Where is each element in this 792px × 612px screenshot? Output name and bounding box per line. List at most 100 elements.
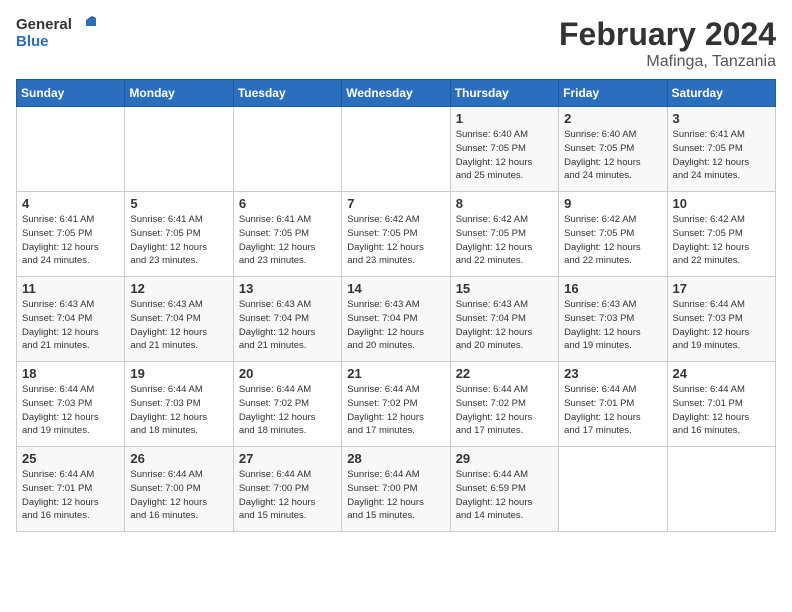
day-number: 10 <box>673 196 770 211</box>
day-info: Sunrise: 6:44 AM Sunset: 7:01 PM Dayligh… <box>564 383 661 438</box>
day-number: 6 <box>239 196 336 211</box>
day-info: Sunrise: 6:43 AM Sunset: 7:04 PM Dayligh… <box>22 298 119 353</box>
day-number: 8 <box>456 196 553 211</box>
day-number: 23 <box>564 366 661 381</box>
calendar-day-header: Thursday <box>450 80 558 107</box>
day-number: 14 <box>347 281 444 296</box>
day-number: 18 <box>22 366 119 381</box>
calendar-day-cell: 23 Sunrise: 6:44 AM Sunset: 7:01 PM Dayli… <box>559 362 667 447</box>
calendar-day-cell <box>125 107 233 192</box>
calendar-day-cell: 28 Sunrise: 6:44 AM Sunset: 7:00 PM Dayli… <box>342 447 450 532</box>
day-info: Sunrise: 6:44 AM Sunset: 7:03 PM Dayligh… <box>22 383 119 438</box>
day-number: 11 <box>22 281 119 296</box>
calendar-header-row: SundayMondayTuesdayWednesdayThursdayFrid… <box>17 80 776 107</box>
title-block: February 2024 Mafinga, Tanzania <box>559 16 776 71</box>
location-subtitle: Mafinga, Tanzania <box>559 53 776 71</box>
calendar-day-cell: 17 Sunrise: 6:44 AM Sunset: 7:03 PM Dayli… <box>667 277 775 362</box>
calendar-day-cell: 11 Sunrise: 6:43 AM Sunset: 7:04 PM Dayli… <box>17 277 125 362</box>
day-number: 19 <box>130 366 227 381</box>
calendar-week-row: 1 Sunrise: 6:40 AM Sunset: 7:05 PM Daylig… <box>17 107 776 192</box>
day-info: Sunrise: 6:44 AM Sunset: 7:02 PM Dayligh… <box>456 383 553 438</box>
calendar-week-row: 18 Sunrise: 6:44 AM Sunset: 7:03 PM Dayli… <box>17 362 776 447</box>
day-number: 4 <box>22 196 119 211</box>
day-number: 29 <box>456 451 553 466</box>
calendar-day-cell: 2 Sunrise: 6:40 AM Sunset: 7:05 PM Daylig… <box>559 107 667 192</box>
calendar-day-cell <box>233 107 341 192</box>
calendar-day-cell: 16 Sunrise: 6:43 AM Sunset: 7:03 PM Dayli… <box>559 277 667 362</box>
day-number: 26 <box>130 451 227 466</box>
day-number: 20 <box>239 366 336 381</box>
day-info: Sunrise: 6:44 AM Sunset: 7:00 PM Dayligh… <box>239 468 336 523</box>
day-info: Sunrise: 6:44 AM Sunset: 7:02 PM Dayligh… <box>347 383 444 438</box>
calendar-day-header: Tuesday <box>233 80 341 107</box>
day-number: 7 <box>347 196 444 211</box>
logo-general: General <box>16 16 72 33</box>
calendar-day-cell: 22 Sunrise: 6:44 AM Sunset: 7:02 PM Dayli… <box>450 362 558 447</box>
day-number: 22 <box>456 366 553 381</box>
day-number: 17 <box>673 281 770 296</box>
calendar-day-cell: 25Sunrise: 6:44 AM Sunset: 7:01 PM Dayli… <box>17 447 125 532</box>
calendar-day-cell: 13Sunrise: 6:43 AM Sunset: 7:04 PM Dayli… <box>233 277 341 362</box>
day-number: 2 <box>564 111 661 126</box>
day-info: Sunrise: 6:43 AM Sunset: 7:03 PM Dayligh… <box>564 298 661 353</box>
calendar-day-cell: 1 Sunrise: 6:40 AM Sunset: 7:05 PM Daylig… <box>450 107 558 192</box>
page-header: General Blue February 2024 Mafinga, Tanz… <box>16 16 776 71</box>
day-info: Sunrise: 6:44 AM Sunset: 7:00 PM Dayligh… <box>130 468 227 523</box>
calendar-day-cell: 18 Sunrise: 6:44 AM Sunset: 7:03 PM Dayli… <box>17 362 125 447</box>
day-number: 24 <box>673 366 770 381</box>
calendar-day-cell: 3 Sunrise: 6:41 AM Sunset: 7:05 PM Daylig… <box>667 107 775 192</box>
calendar-day-cell: 4 Sunrise: 6:41 AM Sunset: 7:05 PM Daylig… <box>17 192 125 277</box>
day-info: Sunrise: 6:41 AM Sunset: 7:05 PM Dayligh… <box>673 128 770 183</box>
day-info: Sunrise: 6:43 AM Sunset: 7:04 PM Dayligh… <box>130 298 227 353</box>
day-info: Sunrise: 6:44 AM Sunset: 7:00 PM Dayligh… <box>347 468 444 523</box>
day-info: Sunrise: 6:44 AM Sunset: 6:59 PM Dayligh… <box>456 468 553 523</box>
calendar-day-cell: 5Sunrise: 6:41 AM Sunset: 7:05 PM Daylig… <box>125 192 233 277</box>
logo-blue: Blue <box>16 33 49 50</box>
calendar-day-cell: 8 Sunrise: 6:42 AM Sunset: 7:05 PM Daylig… <box>450 192 558 277</box>
calendar-week-row: 25Sunrise: 6:44 AM Sunset: 7:01 PM Dayli… <box>17 447 776 532</box>
day-number: 9 <box>564 196 661 211</box>
calendar-day-cell: 12Sunrise: 6:43 AM Sunset: 7:04 PM Dayli… <box>125 277 233 362</box>
logo: General Blue <box>16 16 96 51</box>
calendar-table: SundayMondayTuesdayWednesdayThursdayFrid… <box>16 79 776 532</box>
calendar-day-cell: 10 Sunrise: 6:42 AM Sunset: 7:05 PM Dayli… <box>667 192 775 277</box>
calendar-day-cell: 15Sunrise: 6:43 AM Sunset: 7:04 PM Dayli… <box>450 277 558 362</box>
day-info: Sunrise: 6:42 AM Sunset: 7:05 PM Dayligh… <box>564 213 661 268</box>
day-info: Sunrise: 6:42 AM Sunset: 7:05 PM Dayligh… <box>673 213 770 268</box>
day-number: 1 <box>456 111 553 126</box>
calendar-day-cell <box>667 447 775 532</box>
day-info: Sunrise: 6:40 AM Sunset: 7:05 PM Dayligh… <box>456 128 553 183</box>
calendar-day-cell: 9 Sunrise: 6:42 AM Sunset: 7:05 PM Daylig… <box>559 192 667 277</box>
calendar-day-header: Friday <box>559 80 667 107</box>
day-number: 25 <box>22 451 119 466</box>
calendar-week-row: 4 Sunrise: 6:41 AM Sunset: 7:05 PM Daylig… <box>17 192 776 277</box>
calendar-day-cell: 7Sunrise: 6:42 AM Sunset: 7:05 PM Daylig… <box>342 192 450 277</box>
calendar-day-cell <box>342 107 450 192</box>
day-number: 15 <box>456 281 553 296</box>
calendar-day-cell: 26 Sunrise: 6:44 AM Sunset: 7:00 PM Dayli… <box>125 447 233 532</box>
day-info: Sunrise: 6:40 AM Sunset: 7:05 PM Dayligh… <box>564 128 661 183</box>
day-number: 3 <box>673 111 770 126</box>
calendar-day-cell: 21 Sunrise: 6:44 AM Sunset: 7:02 PM Dayli… <box>342 362 450 447</box>
day-info: Sunrise: 6:41 AM Sunset: 7:05 PM Dayligh… <box>239 213 336 268</box>
day-number: 16 <box>564 281 661 296</box>
calendar-day-header: Wednesday <box>342 80 450 107</box>
day-number: 21 <box>347 366 444 381</box>
day-number: 5 <box>130 196 227 211</box>
calendar-day-cell <box>17 107 125 192</box>
day-info: Sunrise: 6:44 AM Sunset: 7:02 PM Dayligh… <box>239 383 336 438</box>
calendar-body: 1 Sunrise: 6:40 AM Sunset: 7:05 PM Daylig… <box>17 107 776 532</box>
day-info: Sunrise: 6:44 AM Sunset: 7:01 PM Dayligh… <box>673 383 770 438</box>
calendar-day-header: Monday <box>125 80 233 107</box>
calendar-day-cell: 19Sunrise: 6:44 AM Sunset: 7:03 PM Dayli… <box>125 362 233 447</box>
calendar-day-cell: 29 Sunrise: 6:44 AM Sunset: 6:59 PM Dayli… <box>450 447 558 532</box>
calendar-day-cell: 14Sunrise: 6:43 AM Sunset: 7:04 PM Dayli… <box>342 277 450 362</box>
day-info: Sunrise: 6:44 AM Sunset: 7:03 PM Dayligh… <box>673 298 770 353</box>
calendar-day-cell <box>559 447 667 532</box>
calendar-day-header: Sunday <box>17 80 125 107</box>
calendar-day-cell: 24 Sunrise: 6:44 AM Sunset: 7:01 PM Dayli… <box>667 362 775 447</box>
calendar-week-row: 11 Sunrise: 6:43 AM Sunset: 7:04 PM Dayli… <box>17 277 776 362</box>
day-info: Sunrise: 6:41 AM Sunset: 7:05 PM Dayligh… <box>22 213 119 268</box>
day-info: Sunrise: 6:42 AM Sunset: 7:05 PM Dayligh… <box>456 213 553 268</box>
day-number: 28 <box>347 451 444 466</box>
